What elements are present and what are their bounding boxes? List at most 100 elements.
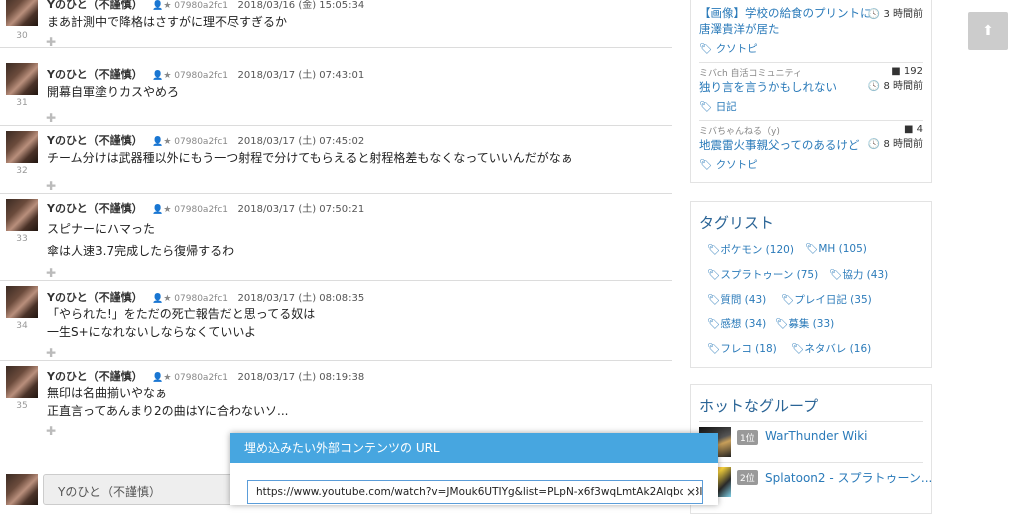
poster-name[interactable]: Yのひと（不謹慎）	[47, 134, 143, 147]
post-header: Yのひと（不謹慎） 👤★ 07980a2fc1 2018/03/17 (土) 0…	[47, 289, 364, 305]
poster-name[interactable]: Yのひと（不謹慎）	[47, 202, 143, 215]
post-number: 32	[16, 166, 28, 176]
poster-id: 👤★ 07980a2fc1	[152, 294, 229, 304]
user-star-icon: 👤★	[152, 373, 172, 383]
avatar[interactable]	[6, 63, 38, 95]
tag-icon: 🏷	[707, 269, 721, 281]
news-item[interactable]: ミバch 自活コミュニティ 独り言を言うかもしれない ■ 192 🕓 8 時間前…	[699, 66, 923, 114]
composer-avatar	[6, 474, 38, 505]
tag-link[interactable]: 🏷ネタバレ (16)	[791, 341, 871, 356]
tag-link[interactable]: 🏷感想 (34)	[707, 316, 766, 331]
clear-icon[interactable]: ×	[682, 481, 696, 503]
news-meta: ■ 4 🕓 8 時間前	[867, 124, 923, 150]
clock-icon: 🕓	[867, 9, 881, 20]
embed-url-dialog: 埋め込みたい外部コンテンツの URL https://www.youtube.c…	[230, 433, 718, 505]
scroll-top-button[interactable]: ⬆	[968, 12, 1008, 50]
post-date: 2018/03/17 (土) 07:45:02	[237, 136, 365, 147]
post-item: 31 Yのひと（不謹慎） 👤★ 07980a2fc1 2018/03/17 (土…	[0, 57, 672, 126]
avatar[interactable]	[6, 131, 38, 163]
divider	[699, 120, 923, 121]
tag-icon: 🏷	[699, 159, 713, 171]
post-number: 34	[16, 321, 28, 331]
clock-icon: 🕓	[867, 81, 881, 92]
poster-name[interactable]: Yのひと（不謹慎）	[47, 0, 143, 11]
post-date: 2018/03/17 (土) 07:43:01	[237, 70, 365, 81]
group-item[interactable]: 2位 Splatoon2 - スプラトゥーン...	[699, 467, 932, 497]
news-tag[interactable]: 🏷 日記	[699, 99, 923, 114]
post-header: Yのひと（不謹慎） 👤★ 07980a2fc1 2018/03/17 (土) 0…	[47, 132, 364, 148]
tag-icon: 🏷	[791, 343, 805, 355]
tag-link[interactable]: 🏷協力 (43)	[829, 267, 888, 282]
post-item: 35 Yのひと（不謹慎） 👤★ 07980a2fc1 2018/03/17 (土…	[0, 360, 672, 440]
user-star-icon: 👤★	[152, 71, 172, 81]
user-star-icon: 👤★	[152, 205, 172, 215]
plus-icon[interactable]: ✚	[46, 111, 56, 125]
tag-icon: 🏷	[707, 244, 721, 256]
tag-link[interactable]: 🏷フレコ (18)	[707, 341, 777, 356]
news-tag[interactable]: 🏷 クソトピ	[699, 157, 923, 172]
tag-link[interactable]: 🏷MH (105)	[805, 242, 867, 255]
post-date: 2018/03/17 (土) 08:08:35	[237, 293, 365, 304]
post-list: 30 Yのひと（不謹慎） 👤★ 07980a2fc1 2018/03/16 (金…	[0, 0, 672, 505]
poster-name[interactable]: Yのひと（不謹慎）	[47, 370, 143, 383]
avatar[interactable]	[6, 286, 38, 318]
dialog-title: 埋め込みたい外部コンテンツの URL	[230, 433, 718, 463]
url-input[interactable]: https://www.youtube.com/watch?v=JMouk6UT…	[247, 480, 703, 504]
avatar[interactable]	[6, 0, 38, 26]
news-tag[interactable]: 🏷 クソトピ	[699, 41, 923, 56]
poster-name[interactable]: Yのひと（不謹慎）	[47, 68, 143, 81]
poster-id: 👤★ 07980a2fc1	[152, 1, 229, 11]
group-name[interactable]: WarThunder Wiki	[765, 429, 868, 443]
divider	[699, 62, 923, 63]
plus-icon[interactable]: ✚	[46, 35, 56, 49]
post-item: 34 Yのひと（不謹慎） 👤★ 07980a2fc1 2018/03/17 (土…	[0, 280, 672, 361]
poster-id: 👤★ 07980a2fc1	[152, 71, 229, 81]
clock-icon: 🕓	[867, 139, 881, 150]
tag-icon: 🏷	[707, 343, 721, 355]
groups-box: ホットなグループ 1位 WarThunder Wiki 2位 Splatoon2…	[690, 384, 932, 514]
post-body: まあ計測中で降格はさすがに理不尽すぎるか	[47, 15, 288, 29]
group-name[interactable]: Splatoon2 - スプラトゥーン...	[765, 469, 932, 486]
tag-link[interactable]: 🏷ポケモン (120)	[707, 242, 794, 257]
groups-title: ホットなグループ	[699, 397, 819, 415]
plus-icon[interactable]: ✚	[46, 179, 56, 193]
post-header: Yのひと（不謹慎） 👤★ 07980a2fc1 2018/03/17 (土) 0…	[47, 368, 364, 384]
post-number: 33	[16, 234, 28, 244]
tag-icon: 🏷	[829, 269, 843, 281]
taglist-box: タグリスト 🏷ポケモン (120) 🏷MH (105) 🏷スプラトゥーン (75…	[690, 201, 932, 368]
news-item[interactable]: 【画像】学校の給食のプリントに 唐澤貴洋が居た 🕓 3 時間前 🏷 クソトピ	[699, 5, 923, 56]
post-body: 無印は名曲揃いやなぁ 正直言ってあんまり2の曲はYに合わないソ...	[47, 386, 289, 418]
post-item: 30 Yのひと（不謹慎） 👤★ 07980a2fc1 2018/03/16 (金…	[0, 0, 672, 49]
post-number: 30	[16, 31, 28, 41]
post-header: Yのひと（不謹慎） 👤★ 07980a2fc1 2018/03/17 (土) 0…	[47, 200, 364, 216]
group-item[interactable]: 1位 WarThunder Wiki	[699, 427, 923, 457]
avatar[interactable]	[6, 366, 38, 398]
rank-badge: 1位	[737, 430, 758, 445]
news-meta: ■ 192 🕓 8 時間前	[867, 66, 923, 92]
tag-icon: 🏷	[805, 243, 819, 255]
taglist-title: タグリスト	[699, 214, 775, 232]
divider	[699, 462, 923, 463]
poster-name[interactable]: Yのひと（不謹慎）	[47, 291, 143, 304]
post-header: Yのひと（不謹慎） 👤★ 07980a2fc1 2018/03/17 (土) 0…	[47, 66, 364, 82]
comment-icon: ■	[891, 66, 901, 77]
news-box: 【画像】学校の給食のプリントに 唐澤貴洋が居た 🕓 3 時間前 🏷 クソトピ ミ…	[690, 0, 932, 183]
plus-icon[interactable]: ✚	[46, 266, 56, 280]
comment-icon: ■	[903, 124, 914, 135]
tag-icon: 🏷	[781, 294, 795, 306]
post-body: チーム分けは武器種以外にもう一つ射程で分けてもらえると射程格差もなくなっていいん…	[47, 151, 573, 165]
tag-link[interactable]: 🏷募集 (33)	[775, 316, 834, 331]
news-item[interactable]: ミバちゃんねる（y) 地震雷火事親父ってのあるけど ■ 4 🕓 8 時間前 🏷 …	[699, 124, 923, 172]
tag-icon: 🏷	[699, 101, 713, 113]
post-body: スピナーにハマった 傘は人速3.7完成したら復帰するわ	[47, 222, 235, 258]
post-item: 33 Yのひと（不謹慎） 👤★ 07980a2fc1 2018/03/17 (土…	[0, 193, 672, 281]
post-header: Yのひと（不謹慎） 👤★ 07980a2fc1 2018/03/16 (金) 1…	[47, 0, 364, 12]
plus-icon[interactable]: ✚	[46, 424, 56, 438]
avatar[interactable]	[6, 199, 38, 231]
post-date: 2018/03/17 (土) 08:19:38	[237, 372, 365, 383]
post-body: 「やられた!」をただの死亡報告だと思ってる奴は 一生S+になれないしならなくてい…	[47, 307, 316, 339]
tag-link[interactable]: 🏷プレイ日記 (35)	[781, 292, 872, 307]
tag-link[interactable]: 🏷質問 (43)	[707, 292, 766, 307]
plus-icon[interactable]: ✚	[46, 346, 56, 360]
tag-link[interactable]: 🏷スプラトゥーン (75)	[707, 267, 818, 282]
